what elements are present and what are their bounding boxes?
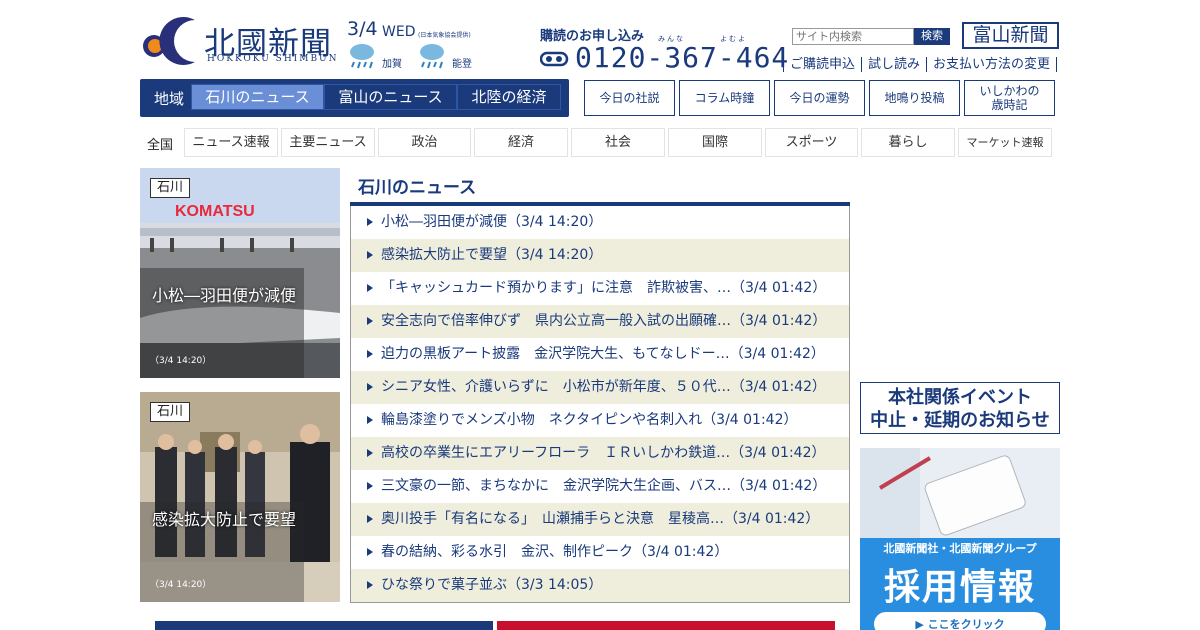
event-banner-line-1: 本社関係イベント bbox=[888, 387, 1032, 408]
meeting-photo bbox=[140, 392, 340, 602]
bottom-ad-left[interactable] bbox=[155, 621, 493, 630]
freedial-icon bbox=[540, 51, 569, 67]
weather-kaga[interactable]: 加賀 bbox=[348, 42, 408, 72]
arrow-icon bbox=[367, 482, 373, 490]
arrow-icon bbox=[367, 284, 373, 292]
utility-links: ご購読申込 試し読み お支払い方法の変更 bbox=[783, 57, 1058, 72]
news-item[interactable]: 輪島漆塗りでメンズ小物 ネクタイピンや名刺入れ（3/4 01:42） bbox=[351, 404, 849, 437]
rain-icon bbox=[420, 44, 444, 69]
news-item[interactable]: 小松―羽田便が減便（3/4 14:20） bbox=[351, 206, 849, 239]
arrow-icon bbox=[367, 251, 373, 259]
recruit-group-label: 北國新聞社・北國新聞グループ bbox=[883, 542, 1037, 555]
bottom-ad-right[interactable] bbox=[497, 621, 835, 630]
editorial-button[interactable]: 今日の社説 bbox=[584, 80, 675, 116]
news-item[interactable]: 迫力の黒板アート披露 金沢学院大生、もてなしドー…（3/4 01:42） bbox=[351, 338, 849, 371]
category-label: 全国 bbox=[147, 138, 174, 153]
komatsu-sign: KOMATSU bbox=[175, 203, 255, 220]
weekday-display: WED bbox=[382, 24, 416, 40]
region-tag: 石川 bbox=[150, 402, 191, 422]
arrow-icon bbox=[367, 218, 373, 226]
komatsu-airport-photo: KOMATSU bbox=[140, 168, 340, 378]
arrow-icon bbox=[367, 515, 373, 523]
column-jisho-button[interactable]: コラム時鐘 bbox=[679, 80, 770, 116]
news-item[interactable]: ひな祭りで菓子並ぶ（3/3 14:05） bbox=[351, 569, 849, 602]
cat-breaking-news[interactable]: ニュース速報 bbox=[184, 128, 278, 157]
cat-market-news[interactable]: マーケット速報 bbox=[958, 128, 1052, 157]
weather-noto[interactable]: 能登 bbox=[418, 42, 478, 72]
event-cancellation-banner[interactable]: 本社関係イベント 中止・延期のお知らせ bbox=[860, 382, 1060, 434]
jma-credit[interactable]: (日本気象協会提供) bbox=[418, 30, 471, 39]
toyama-shimbun-logo[interactable]: 富山新聞 bbox=[962, 22, 1059, 49]
recruit-banner[interactable]: 北國新聞社・北國新聞グループ 採用情報 ▶ ここをクリック bbox=[860, 448, 1060, 630]
photo-card-request[interactable]: 石川 感染拡大防止で要望 （3/4 14:20） bbox=[140, 392, 340, 602]
card-timestamp: （3/4 14:20） bbox=[150, 356, 212, 366]
cat-international[interactable]: 国際 bbox=[668, 128, 762, 157]
card-caption: 小松―羽田便が減便 bbox=[152, 286, 297, 305]
arrow-icon bbox=[367, 548, 373, 556]
logo-roman: HOKKOKU SHIMBUN bbox=[207, 54, 339, 64]
news-item[interactable]: 安全志向で倍率伸びず 県内公立高一般入試の出願確…（3/4 01:42） bbox=[351, 305, 849, 338]
subscribe-phone[interactable]: 0120-367-464 bbox=[575, 41, 789, 74]
news-item[interactable]: 三文豪の一節、まちなかに 金沢学院大生企画、バス…（3/4 01:42） bbox=[351, 470, 849, 503]
arrow-icon bbox=[367, 449, 373, 457]
util-link-subscribe[interactable]: ご購読申込 bbox=[783, 57, 861, 72]
hokkoku-logo-mark bbox=[143, 17, 195, 65]
reader-posts-button[interactable]: 地鳴り投稿 bbox=[869, 80, 960, 116]
event-banner-line-2: 中止・延期のお知らせ bbox=[870, 410, 1050, 431]
news-item[interactable]: 感染拡大防止で要望（3/4 14:20） bbox=[351, 239, 849, 272]
news-item[interactable]: 奥川投手「有名になる」 山瀬捕手らと決意 星稜高…（3/4 01:42） bbox=[351, 503, 849, 536]
arrow-icon bbox=[367, 317, 373, 325]
region-nav-label: 地域 bbox=[154, 90, 185, 108]
news-item[interactable]: シニア女性、介護いらずに 小松市が新年度、５０代…（3/4 01:42） bbox=[351, 371, 849, 404]
recruit-title: 採用情報 bbox=[883, 567, 1036, 608]
arrow-icon bbox=[367, 383, 373, 391]
arrow-icon bbox=[367, 416, 373, 424]
date-display: 3/4 bbox=[347, 18, 378, 40]
card-caption: 感染拡大防止で要望 bbox=[152, 510, 297, 529]
region-tag: 石川 bbox=[150, 178, 191, 198]
news-item[interactable]: 春の結納、彩る水引 金沢、制作ピーク（3/4 01:42） bbox=[351, 536, 849, 569]
cat-society[interactable]: 社会 bbox=[571, 128, 665, 157]
arrow-icon bbox=[367, 350, 373, 358]
cat-sports[interactable]: スポーツ bbox=[765, 128, 858, 157]
card-timestamp: （3/4 14:20） bbox=[150, 580, 212, 590]
weather-area-label: 能登 bbox=[452, 59, 472, 70]
util-link-trial[interactable]: 試し読み bbox=[861, 57, 926, 72]
arrow-icon bbox=[367, 581, 373, 589]
search-button[interactable]: 検索 bbox=[914, 28, 950, 45]
news-item[interactable]: 「キャッシュカード預かります」に注意 詐欺被害、…（3/4 01:42） bbox=[351, 272, 849, 305]
hokkoku-logo[interactable]: 北國新聞 HOKKOKU SHIMBUN bbox=[140, 16, 340, 66]
weather-area-label: 加賀 bbox=[382, 59, 402, 70]
news-list: 小松―羽田便が減便（3/4 14:20） 感染拡大防止で要望（3/4 14:20… bbox=[350, 206, 850, 603]
cat-politics[interactable]: 政治 bbox=[378, 128, 471, 157]
tab-toyama-news[interactable]: 富山のニュース bbox=[324, 84, 457, 110]
ishikawa-calendar-button[interactable]: いしかわの 歳時記 bbox=[964, 80, 1055, 116]
cat-living[interactable]: 暮らし bbox=[861, 128, 955, 157]
horoscope-button[interactable]: 今日の運勢 bbox=[774, 80, 865, 116]
rain-icon bbox=[350, 44, 374, 69]
region-nav: 地域 石川のニュース 富山のニュース 北陸の経済 bbox=[140, 79, 569, 117]
recruit-click-button[interactable]: ▶ ここをクリック bbox=[874, 616, 1046, 630]
photo-card-komatsu[interactable]: KOMATSU 石川 小松―羽田便が減便 （3/4 14:20） bbox=[140, 168, 340, 378]
site-search-input[interactable] bbox=[792, 28, 914, 45]
cat-top-news[interactable]: 主要ニュース bbox=[281, 128, 375, 157]
news-section-title: 石川のニュース bbox=[358, 178, 477, 198]
util-link-payment[interactable]: お支払い方法の変更 bbox=[926, 57, 1058, 72]
news-item[interactable]: 高校の卒業生にエアリーフローラ ＩＲいしかわ鉄道…（3/4 01:42） bbox=[351, 437, 849, 470]
tab-hokuriku-economy[interactable]: 北陸の経済 bbox=[457, 84, 561, 110]
cat-economy[interactable]: 経済 bbox=[474, 128, 568, 157]
tab-ishikawa-news[interactable]: 石川のニュース bbox=[191, 84, 324, 110]
